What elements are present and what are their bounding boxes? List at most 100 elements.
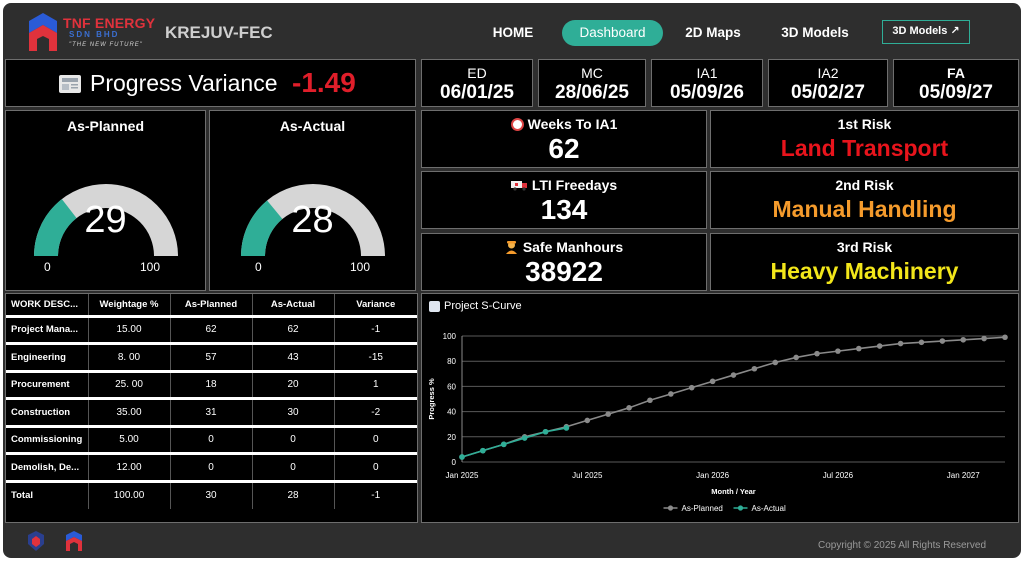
cell-work-desc: Demolish, De... bbox=[6, 452, 89, 481]
x-tick-label: Jan 2025 bbox=[446, 471, 479, 480]
cell-weightage: 5.00 bbox=[88, 424, 171, 454]
y-tick-label: 80 bbox=[447, 357, 456, 366]
table-row[interactable]: Procurement 25. 00 18 20 1 bbox=[6, 369, 417, 399]
milestone-ed: ED 06/01/25 bbox=[421, 59, 533, 107]
table-row[interactable]: Commissioning 5.00 0 0 0 bbox=[6, 424, 417, 454]
table-row[interactable]: Project Mana... 15.00 62 62 -1 bbox=[6, 314, 417, 344]
risk-1: 1st Risk Land Transport bbox=[710, 110, 1019, 168]
kpi-label: Weeks To IA1 bbox=[527, 116, 618, 132]
data-point[interactable] bbox=[626, 405, 632, 411]
data-point[interactable] bbox=[897, 340, 904, 347]
col-header[interactable]: As-Planned bbox=[170, 294, 253, 316]
risk-2: 2nd Risk Manual Handling bbox=[710, 171, 1019, 229]
cell-as-actual: 0 bbox=[252, 452, 335, 481]
col-header[interactable]: WORK DESC... bbox=[6, 294, 89, 316]
nav-3d-models[interactable]: 3D Models bbox=[773, 20, 857, 46]
data-point[interactable] bbox=[856, 345, 862, 352]
data-point[interactable] bbox=[709, 378, 716, 385]
col-header[interactable]: Weightage % bbox=[88, 294, 171, 316]
gauge-max: 100 bbox=[140, 260, 161, 274]
table-row[interactable]: Demolish, De... 12.00 0 0 0 bbox=[6, 452, 417, 481]
legend-label[interactable]: As-Planned bbox=[682, 504, 723, 513]
cell-as-planned: 0 bbox=[170, 424, 253, 454]
cell-as-planned: 31 bbox=[170, 397, 253, 426]
tnf-small-logo-icon[interactable] bbox=[65, 530, 83, 552]
data-point[interactable] bbox=[605, 411, 611, 417]
legend-marker bbox=[737, 505, 744, 511]
data-point[interactable] bbox=[459, 454, 465, 460]
kpi-value: 38922 bbox=[525, 256, 603, 287]
data-point[interactable] bbox=[772, 359, 779, 366]
data-point[interactable] bbox=[939, 338, 946, 344]
kpi-value: 134 bbox=[540, 194, 588, 225]
table-row[interactable]: Construction 35.00 31 30 -2 bbox=[6, 397, 417, 426]
data-point[interactable] bbox=[793, 354, 799, 361]
milestone-date: 05/09/26 bbox=[670, 82, 744, 103]
data-point[interactable] bbox=[751, 365, 758, 372]
data-point[interactable] bbox=[814, 350, 820, 357]
data-point[interactable] bbox=[542, 428, 549, 435]
milestone-label: IA2 bbox=[817, 65, 839, 81]
legend-marker bbox=[667, 505, 674, 511]
data-point[interactable] bbox=[668, 391, 674, 397]
data-point[interactable] bbox=[1002, 334, 1008, 341]
kpi-label: Safe Manhours bbox=[522, 239, 624, 255]
data-point[interactable] bbox=[584, 417, 591, 424]
nav-dashboard[interactable]: Dashboard bbox=[562, 20, 663, 46]
milestone-label: FA bbox=[947, 65, 965, 81]
cell-work-desc: Construction bbox=[6, 397, 89, 426]
nav-2d-maps[interactable]: 2D Maps bbox=[677, 20, 749, 46]
work-breakdown-table-panel: WORK DESC... Weightage % As-Planned As-A… bbox=[5, 293, 418, 523]
cell-variance: -15 bbox=[334, 342, 417, 371]
table-row[interactable]: Engineering 8. 00 57 43 -15 bbox=[6, 342, 417, 371]
col-header[interactable]: As-Actual bbox=[252, 294, 335, 316]
table-total-row[interactable]: Total 100.00 30 28 -1 bbox=[6, 479, 417, 509]
data-point[interactable] bbox=[563, 425, 570, 431]
cell-as-planned: 57 bbox=[170, 342, 253, 371]
data-point[interactable] bbox=[521, 435, 528, 441]
risk-title: 3rd Risk bbox=[836, 239, 893, 255]
cell-work-desc: Commissioning bbox=[6, 424, 89, 454]
cell-weightage: 8. 00 bbox=[88, 342, 171, 371]
nav-home[interactable]: HOME bbox=[481, 20, 545, 46]
data-point[interactable] bbox=[835, 348, 841, 354]
gauge-min: 0 bbox=[255, 260, 262, 274]
kpi-value: 62 bbox=[548, 133, 580, 164]
data-point[interactable] bbox=[918, 339, 925, 346]
legend-label[interactable]: As-Actual bbox=[752, 504, 786, 513]
nav-3d-models-external[interactable]: 3D Models ↗ bbox=[882, 20, 970, 44]
x-axis-label: Month / Year bbox=[711, 487, 756, 496]
series-line-as-planned bbox=[461, 336, 1006, 458]
cell-weightage: 12.00 bbox=[88, 452, 171, 481]
milestone-date: 06/01/25 bbox=[440, 82, 514, 103]
progress-variance-label: Progress Variance bbox=[90, 70, 278, 96]
data-point[interactable] bbox=[981, 335, 987, 342]
company-logo[interactable]: TNF ENERGY SDN BHD "THE NEW FUTURE" bbox=[23, 9, 163, 57]
gauge-title: As-Actual bbox=[279, 118, 346, 134]
data-point[interactable] bbox=[730, 372, 737, 378]
data-point[interactable] bbox=[480, 447, 486, 454]
y-tick-label: 40 bbox=[447, 408, 456, 417]
dashboard-frame: TNF ENERGY SDN BHD "THE NEW FUTURE" KREJ… bbox=[3, 3, 1021, 558]
milestone-fa: FA 05/09/27 bbox=[893, 59, 1019, 107]
project-title: KREJUV-FEC bbox=[165, 23, 273, 42]
partner-logo-icon[interactable] bbox=[27, 530, 45, 552]
data-point[interactable] bbox=[876, 343, 883, 349]
data-point[interactable] bbox=[500, 441, 507, 448]
cell-as-planned: 18 bbox=[170, 369, 253, 399]
col-header[interactable]: Variance bbox=[334, 294, 417, 316]
work-breakdown-table: WORK DESC... Weightage % As-Planned As-A… bbox=[6, 294, 417, 509]
x-tick-label: Jul 2025 bbox=[572, 471, 603, 480]
logo-tagline: "THE NEW FUTURE" bbox=[69, 42, 143, 48]
series-line-as-actual bbox=[461, 427, 567, 458]
data-point[interactable] bbox=[647, 397, 653, 404]
x-tick-label: Jan 2026 bbox=[696, 471, 729, 480]
chart-icon bbox=[429, 301, 440, 312]
data-point[interactable] bbox=[688, 384, 695, 391]
worker-icon bbox=[505, 241, 517, 254]
ambulance-icon bbox=[510, 181, 527, 191]
risk-value: Land Transport bbox=[780, 135, 949, 161]
cell-variance: 1 bbox=[334, 369, 417, 399]
cell-weightage: 25. 00 bbox=[88, 369, 171, 399]
data-point[interactable] bbox=[960, 336, 967, 343]
